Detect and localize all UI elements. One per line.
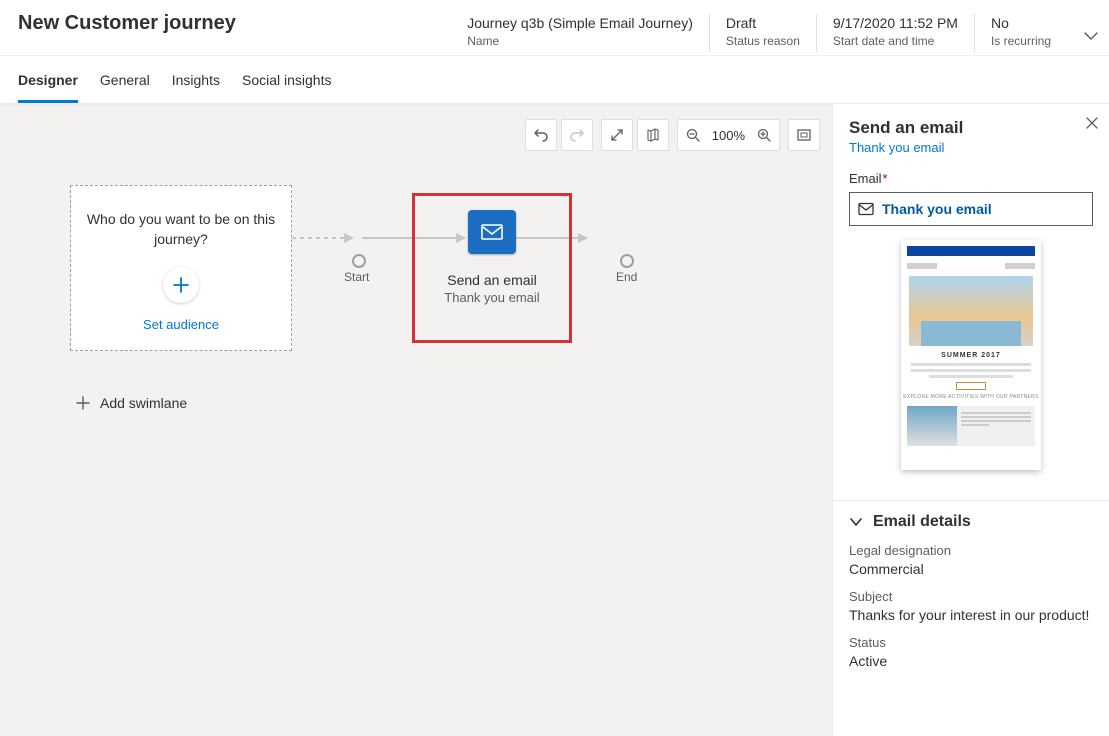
chevron-down-icon (849, 515, 863, 529)
send-email-tile-highlight: Send an email Thank you email (412, 193, 572, 343)
send-email-tile-title: Send an email (447, 272, 537, 288)
header-field-recurring[interactable]: No Is recurring (974, 14, 1089, 52)
canvas-toolbar: 100% (525, 119, 820, 151)
header-field-name[interactable]: Journey q3b (Simple Email Journey) Name (451, 14, 709, 52)
panel-subtitle-link[interactable]: Thank you email (849, 140, 1093, 155)
subject-value: Thanks for your interest in our product! (849, 607, 1093, 623)
start-node (352, 254, 366, 268)
designer-canvas[interactable]: 100% Who do you want to be on (0, 104, 832, 736)
legal-designation-value: Commercial (849, 561, 1093, 577)
legal-designation-label: Legal designation (849, 543, 1093, 558)
zoom-in-button[interactable] (749, 120, 779, 150)
add-swimlane-label: Add swimlane (100, 395, 187, 411)
email-details-section-toggle[interactable]: Email details (849, 513, 1093, 531)
send-email-tile-subtitle: Thank you email (444, 290, 539, 305)
header-expand-icon[interactable] (1083, 28, 1099, 49)
zoom-control: 100% (677, 119, 780, 151)
header-field-status[interactable]: Draft Status reason (709, 14, 816, 52)
header-recurring-value: No (991, 14, 1051, 32)
tab-insights[interactable]: Insights (172, 68, 220, 103)
header-field-start[interactable]: 9/17/2020 11:52 PM Start date and time (816, 14, 974, 52)
tab-general[interactable]: General (100, 68, 150, 103)
audience-placeholder-tile[interactable]: Who do you want to be on this journey? S… (70, 185, 292, 351)
header-start-value: 9/17/2020 11:52 PM (833, 14, 958, 32)
header-name-value: Journey q3b (Simple Email Journey) (467, 14, 693, 32)
header-status-value: Draft (726, 14, 800, 32)
audience-prompt-text: Who do you want to be on this journey? (71, 210, 291, 249)
end-node-label: End (616, 270, 637, 284)
email-field-label: Email* (849, 171, 1093, 186)
start-node-label: Start (344, 270, 369, 284)
end-node (620, 254, 634, 268)
page-title: New Customer journey (18, 12, 236, 35)
send-email-tile[interactable] (468, 210, 516, 254)
email-lookup-value: Thank you email (882, 201, 992, 217)
header-status-label: Status reason (726, 34, 800, 48)
subject-label: Subject (849, 589, 1093, 604)
tab-designer[interactable]: Designer (18, 68, 78, 103)
add-audience-button[interactable] (163, 267, 199, 303)
add-swimlane-button[interactable]: Add swimlane (76, 395, 187, 411)
zoom-out-button[interactable] (678, 120, 708, 150)
email-lookup-field[interactable]: Thank you email (849, 192, 1093, 226)
fullscreen-button[interactable] (601, 119, 633, 151)
status-label: Status (849, 635, 1093, 650)
set-audience-link[interactable]: Set audience (143, 317, 219, 332)
preview-caption: SUMMER 2017 (901, 352, 1041, 359)
panel-close-button[interactable] (1085, 116, 1099, 135)
header-recurring-label: Is recurring (991, 34, 1051, 48)
zoom-level-label: 100% (708, 128, 749, 143)
email-details-heading: Email details (873, 513, 971, 531)
tab-bar: Designer General Insights Social insight… (0, 56, 1109, 104)
minimap-button[interactable] (637, 119, 669, 151)
panel-title: Send an email (849, 118, 1093, 138)
tab-social-insights[interactable]: Social insights (242, 68, 332, 103)
redo-button[interactable] (561, 119, 593, 151)
mail-icon (858, 202, 874, 216)
properties-panel: Send an email Thank you email Email* Tha… (832, 104, 1109, 736)
email-preview-thumbnail[interactable]: SUMMER 2017 EXPLORE MORE ACTIVITIES WITH… (901, 240, 1041, 470)
status-value: Active (849, 653, 1093, 669)
header-start-label: Start date and time (833, 34, 958, 48)
fit-to-screen-button[interactable] (788, 119, 820, 151)
header-name-label: Name (467, 34, 693, 48)
undo-button[interactable] (525, 119, 557, 151)
